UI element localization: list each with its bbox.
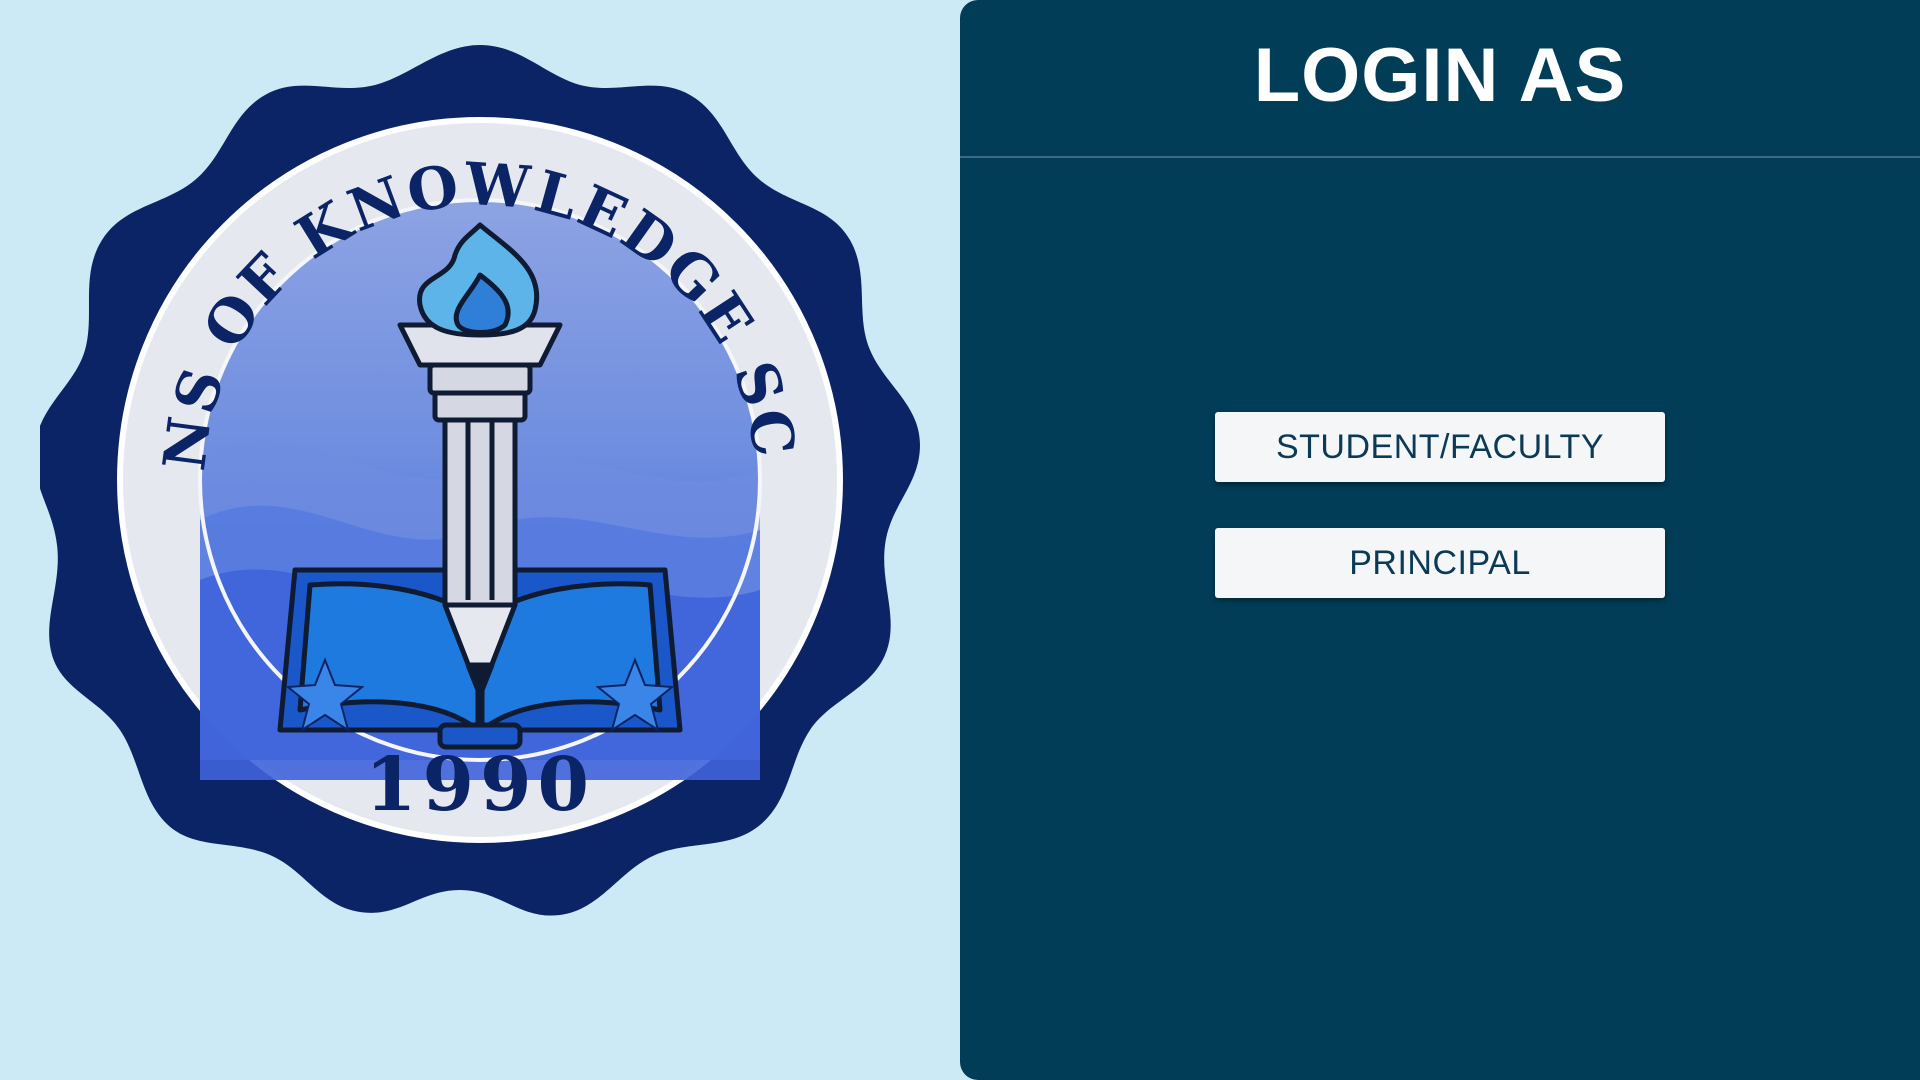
login-title: LOGIN AS	[1253, 32, 1627, 118]
principal-button[interactable]: PRINCIPAL	[1215, 528, 1665, 598]
login-page: OCEANS OF KNOWLEDGE SCHOOL 1990 LOGIN AS…	[0, 0, 1920, 1080]
logo-pane: OCEANS OF KNOWLEDGE SCHOOL 1990	[0, 0, 960, 1080]
seal-year: 1990	[365, 742, 595, 828]
login-header: LOGIN AS	[960, 0, 1920, 158]
role-options: STUDENT/FACULTY PRINCIPAL	[1215, 412, 1665, 644]
login-panel: LOGIN AS STUDENT/FACULTY PRINCIPAL	[960, 0, 1920, 1080]
student-faculty-button[interactable]: STUDENT/FACULTY	[1215, 412, 1665, 482]
school-seal-logo: OCEANS OF KNOWLEDGE SCHOOL 1990	[40, 40, 920, 916]
